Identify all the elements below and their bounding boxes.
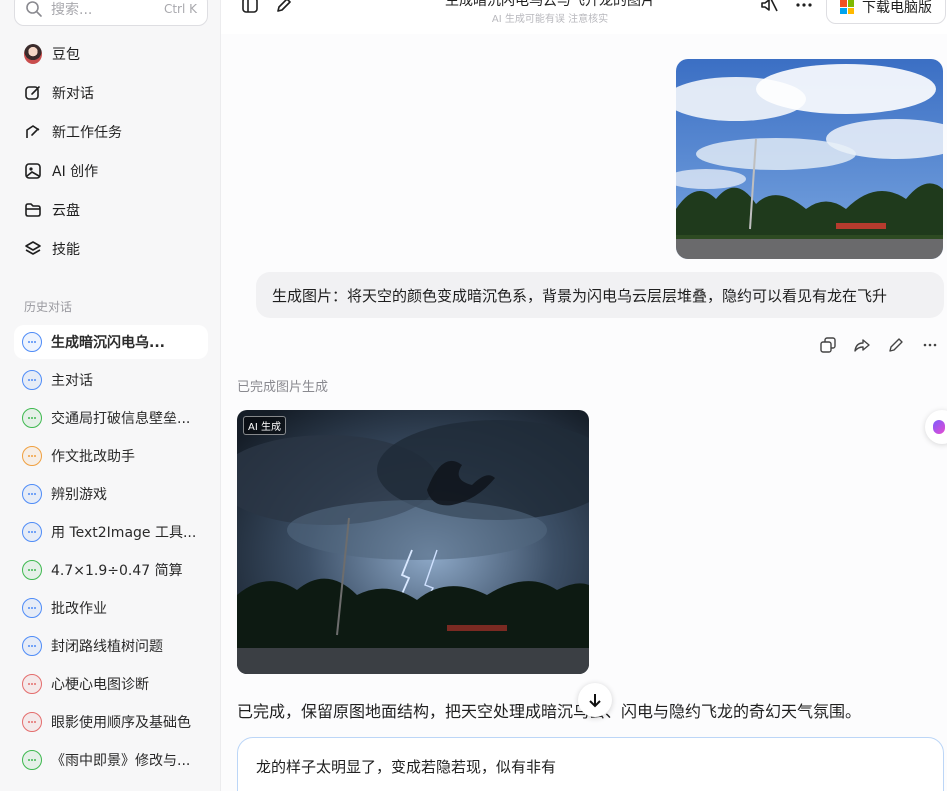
nav-item-cloud-drive[interactable]: 云盘 xyxy=(14,193,208,227)
history-item-label: 主对话 xyxy=(51,373,93,389)
share-icon xyxy=(854,339,870,352)
history-section-title: 历史对话 xyxy=(24,300,73,314)
user-message-text: 生成图片：将天空的颜色变成暗沉色系，背景为闪电乌云层层堆叠，隐约可以看见有龙在飞… xyxy=(272,286,888,305)
nav-item-ai-create[interactable]: AI 创作 xyxy=(14,154,208,188)
uploaded-photo[interactable] xyxy=(676,59,943,259)
message-more-button[interactable] xyxy=(921,336,939,354)
history-item[interactable]: 作文批改助手 xyxy=(14,439,208,473)
history-item[interactable]: 批改作业 xyxy=(14,591,208,625)
nav-item-new-chat[interactable]: 新对话 xyxy=(14,76,208,110)
history-item-label: 生成暗沉闪电乌... xyxy=(51,335,165,351)
folder-icon xyxy=(24,201,42,219)
search-icon xyxy=(25,0,43,18)
chat-bubble-icon xyxy=(22,446,42,466)
message-input-value: 龙的样子太明显了，变成若隐若现，似有非有 xyxy=(256,758,557,776)
chat-bubble-icon xyxy=(22,560,42,580)
generation-status: 已完成图片生成 xyxy=(237,380,329,395)
sidebar-toggle-button[interactable] xyxy=(239,0,261,18)
nav-item-skills[interactable]: 技能 xyxy=(14,232,208,266)
download-desktop-button[interactable]: 下载电脑版 xyxy=(826,0,946,24)
history-item[interactable]: 4.7×1.9÷0.47 简算 xyxy=(14,553,208,587)
history-item-label: 心梗心电图诊断 xyxy=(51,677,149,693)
history-item[interactable]: 辨别游戏 xyxy=(14,477,208,511)
nav-label: 云盘 xyxy=(52,203,80,219)
doubao-logo-icon xyxy=(933,420,945,434)
assistant-reply: 已完成，保留原图地面结构，把天空处理成暗沉乌云、闪电与隐约飞龙的奇幻天气氛围。 xyxy=(237,702,862,721)
message-input[interactable]: 龙的样子太明显了，变成若隐若现，似有非有 xyxy=(237,737,944,791)
chat-bubble-icon xyxy=(22,370,42,390)
speaker-muted-icon xyxy=(759,0,779,19)
chat-bubble-icon xyxy=(22,750,42,770)
message-actions xyxy=(819,336,939,354)
edit-icon xyxy=(275,0,293,18)
history-item-label: 批改作业 xyxy=(51,601,107,617)
windows-logo-icon xyxy=(840,0,854,14)
scroll-to-bottom-button[interactable] xyxy=(578,683,612,717)
compose-icon xyxy=(24,84,42,102)
history-item-label: 交通局打破信息壁垒... xyxy=(51,411,191,427)
sidebar: 搜索... Ctrl K 豆包 新对话 新工作任务 AI 创作 云盘 技能 历史… xyxy=(0,0,221,791)
arrow-down-icon xyxy=(589,694,601,708)
history-item[interactable]: 用 Text2Image 工具... xyxy=(14,515,208,549)
share-button[interactable] xyxy=(853,336,871,354)
history-item[interactable]: 眼影使用顺序及基础色 xyxy=(14,705,208,739)
page-title: 生成暗沉闪电乌云与飞升龙的图片 xyxy=(445,0,655,9)
chat-bubble-icon xyxy=(22,332,42,352)
history-item[interactable]: 交通局打破信息壁垒... xyxy=(14,401,208,435)
history-item[interactable]: 心梗心电图诊断 xyxy=(14,667,208,701)
search-placeholder: 搜索... xyxy=(51,2,93,18)
sidebar-icon xyxy=(241,0,259,18)
more-button[interactable] xyxy=(793,0,815,18)
ai-disclaimer: AI 生成可能有误 注意核实 xyxy=(491,14,609,25)
avatar xyxy=(24,44,42,64)
history-item-label: 4.7×1.9÷0.47 简算 xyxy=(51,563,183,579)
edit-message-button[interactable] xyxy=(887,336,905,354)
history-item[interactable]: 封闭路线植树问题 xyxy=(14,629,208,663)
chat-bubble-icon xyxy=(22,408,42,428)
history-item-label: 辨别游戏 xyxy=(51,487,107,503)
chat-bubble-icon xyxy=(22,598,42,618)
user-message: 生成图片：将天空的颜色变成暗沉色系，背景为闪电乌云层层堆叠，隐约可以看见有龙在飞… xyxy=(256,272,944,318)
layers-icon xyxy=(24,240,42,258)
chat-bubble-icon xyxy=(22,674,42,694)
history-item-label: 用 Text2Image 工具... xyxy=(51,525,197,541)
search-input[interactable]: 搜索... Ctrl K xyxy=(14,0,208,26)
history-item-label: 眼影使用顺序及基础色 xyxy=(51,715,191,731)
more-icon xyxy=(923,343,937,347)
chat-bubble-icon xyxy=(22,712,42,732)
history-item[interactable]: 《雨中即景》修改与... xyxy=(14,743,208,777)
nav-item-doubao[interactable]: 豆包 xyxy=(14,37,208,71)
more-icon xyxy=(794,0,814,19)
mute-button[interactable] xyxy=(758,0,780,18)
history-item-label: 《雨中即景》修改与... xyxy=(51,753,191,769)
chat-bubble-icon xyxy=(22,636,42,656)
new-chat-button[interactable] xyxy=(273,0,295,18)
nav-label: 新对话 xyxy=(52,86,94,102)
task-icon xyxy=(24,123,42,141)
pencil-icon xyxy=(889,338,903,352)
history-item-label: 封闭路线植树问题 xyxy=(51,639,163,655)
nav-label: 技能 xyxy=(52,242,80,258)
nav-label: AI 创作 xyxy=(52,164,99,180)
history-item-label: 作文批改助手 xyxy=(51,449,135,465)
history-item[interactable]: 生成暗沉闪电乌... xyxy=(14,325,208,359)
history-item[interactable]: 主对话 xyxy=(14,363,208,397)
copy-button[interactable] xyxy=(819,336,837,354)
image-icon xyxy=(24,162,42,180)
chat-bubble-icon xyxy=(22,522,42,542)
chat-bubble-icon xyxy=(22,484,42,504)
generated-image[interactable]: AI 生成 xyxy=(237,410,589,674)
nav-label: 新工作任务 xyxy=(52,125,122,141)
copy-icon xyxy=(820,337,836,353)
download-label: 下载电脑版 xyxy=(862,0,932,16)
nav-label: 豆包 xyxy=(52,47,80,63)
search-shortcut: Ctrl K xyxy=(163,2,197,16)
ai-generated-badge: AI 生成 xyxy=(243,416,286,435)
nav-item-new-task[interactable]: 新工作任务 xyxy=(14,115,208,149)
